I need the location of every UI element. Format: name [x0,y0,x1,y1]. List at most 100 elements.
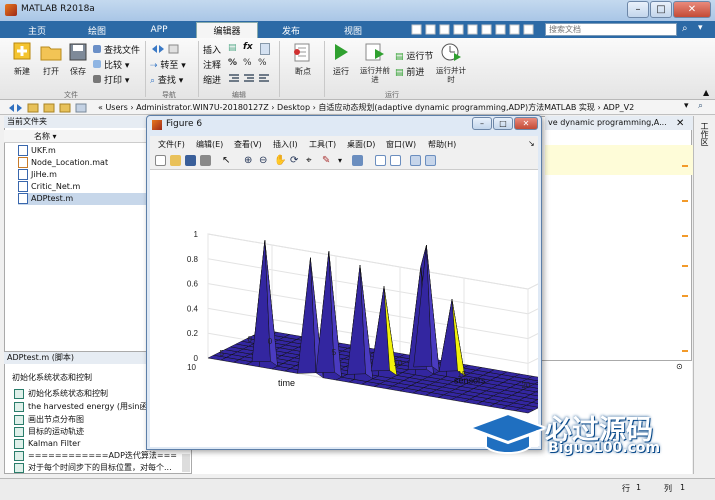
m-file-icon [18,193,28,204]
fx-button[interactable]: fx [243,42,257,54]
find-files-button[interactable]: 查找文件 [93,43,145,56]
cell-label: 对于每个时间步下的目标位置，对每个... [28,463,172,472]
cell-item[interactable]: ============ADP迭代算法=== [14,450,177,461]
cell-label: Kalman Filter [28,439,81,448]
brush-dropdown-icon[interactable]: ▾ [338,155,349,166]
file-item-ukf[interactable]: UKF.m [18,145,56,157]
command-window-menu-icon[interactable]: ⊙ [676,362,688,372]
uncomment-icon[interactable]: % [258,58,270,70]
tab-plots[interactable]: 绘图 [68,22,126,38]
run-group-label: 运行 [385,91,399,99]
indent-icons[interactable] [228,73,269,85]
percent-icon[interactable]: % [228,58,240,70]
advance-button[interactable]: ▤ 前进 [395,65,441,78]
run-and-time-button[interactable]: 运行并计时 [436,41,466,89]
file-item-critic-net[interactable]: Critic_Net.m [18,181,80,193]
minimize-button[interactable]: – [627,1,649,18]
menu-desktop[interactable]: 桌面(D) [347,139,375,150]
run-section-button[interactable]: ▤ 运行节 [395,49,441,62]
run-button[interactable]: 运行 [328,41,354,81]
insert-section-icon[interactable]: ▤ [228,43,240,55]
details-scrollbar[interactable] [182,454,190,472]
z-tick-label: 0.6 [187,280,199,289]
z-tick-label: 1 [194,230,199,239]
nav-buttons[interactable] [6,102,96,114]
tab-home[interactable]: 主页 [8,22,66,38]
zoom-in-icon[interactable]: ⊕ [244,155,255,166]
file-item-jihe[interactable]: JiHe.m [18,169,57,181]
path-dropdown-icon[interactable]: ▾ [684,101,694,113]
cell-item[interactable]: 画出节点分布图 [14,414,84,425]
editor-tab[interactable]: ve dynamic programming,A... [545,116,693,130]
tab-editor[interactable]: 编辑器 [196,22,258,38]
save-figure-icon[interactable] [185,155,196,166]
hide-plot-tools-icon[interactable] [410,155,421,166]
editor-close-icon[interactable]: ✕ [676,118,688,130]
run-label: 运行 [333,67,349,76]
run-and-advance-button[interactable]: 运行并前进 [358,41,392,89]
menu-window[interactable]: 窗口(W) [386,139,416,150]
comment-button[interactable]: 注释 [203,58,225,71]
figure-menu-dock-icon[interactable]: ↘ [528,139,535,148]
menu-file[interactable]: 文件(F) [158,139,185,150]
brush-icon[interactable]: ✎ [322,155,333,166]
data-cursor-icon[interactable]: ⌖ [306,155,317,166]
back-forward-buttons[interactable] [150,43,190,55]
legend-icon[interactable] [390,155,401,166]
insert-function-icon[interactable] [260,43,270,55]
file-item-node-location[interactable]: Node_Location.mat [18,157,108,169]
maximize-button[interactable]: □ [650,1,672,18]
cell-item[interactable]: the harvested energy (用sin函数 [14,401,155,412]
divider [324,41,325,97]
search-input[interactable]: 搜索文档 [545,23,677,36]
menu-view[interactable]: 查看(V) [234,139,262,150]
help-icon[interactable]: ▾ [698,23,710,36]
menu-edit[interactable]: 编辑(E) [196,139,223,150]
cell-item[interactable]: Kalman Filter [14,438,80,449]
zoom-out-icon[interactable]: ⊖ [259,155,270,166]
figure-minimize-button[interactable]: – [472,117,492,130]
pointer-icon[interactable]: ↖ [222,155,233,166]
figure-maximize-button[interactable]: □ [493,117,513,130]
tab-publish[interactable]: 发布 [262,22,320,38]
details-title: 初始化系统状态和控制 [12,373,92,382]
pan-icon[interactable]: ✋ [274,155,286,166]
close-button[interactable]: ✕ [673,1,711,18]
new-button[interactable]: 新建 [6,41,38,81]
rotate-3d-icon[interactable]: ⟳ [290,155,301,166]
new-figure-icon[interactable] [155,155,166,166]
print-button[interactable]: 打印 ▾ [93,73,145,86]
compare-button[interactable]: 比较 ▾ [93,58,145,71]
tab-view[interactable]: 视图 [324,22,382,38]
link-plot-icon[interactable] [352,155,363,166]
search-folder-icon[interactable]: ⌕ [698,101,712,113]
show-plot-tools-icon[interactable] [425,155,436,166]
menu-help[interactable]: 帮助(H) [428,139,456,150]
search-icon[interactable]: ⌕ [682,23,694,36]
workspace-collapsed-panel[interactable] [693,116,713,474]
insert-button[interactable]: 插入 [203,43,225,56]
goto-button[interactable]: ⇢ 转至 ▾ [150,58,196,71]
tab-apps[interactable]: APP [130,22,188,38]
menu-insert[interactable]: 插入(I) [273,139,298,150]
find-button[interactable]: ⌕ 查找 ▾ [150,73,196,86]
cell-icon [14,426,24,437]
cell-item[interactable]: 对于每个时间步下的目标位置，对每个... [14,462,172,473]
indent-button[interactable]: 缩进 [203,73,225,86]
menu-tools[interactable]: 工具(T) [309,139,336,150]
print-figure-icon[interactable] [200,155,211,166]
save-button[interactable]: 保存 [63,41,93,81]
open-file-icon[interactable] [170,155,181,166]
cell-item[interactable]: 目标的运动轨迹 [14,426,84,437]
colorbar-icon[interactable] [375,155,386,166]
cell-icon [14,388,24,399]
cell-item[interactable]: 初始化系统状态和控制 [14,388,108,399]
current-path[interactable]: « Users › Administrator.WIN7U-20180127Z … [98,102,634,113]
surface-chart[interactable]: 00.20.40.60.8105100510152025timesensors [150,170,538,447]
figure-close-button[interactable]: ✕ [514,117,538,130]
wrap-comment-icon[interactable]: % [243,58,255,70]
x-tick-label: 0 [268,337,273,346]
breakpoints-button[interactable]: 断点 [284,41,322,81]
open-button[interactable]: 打开 [36,41,66,81]
collapse-ribbon-icon[interactable]: ▲ [703,88,713,98]
